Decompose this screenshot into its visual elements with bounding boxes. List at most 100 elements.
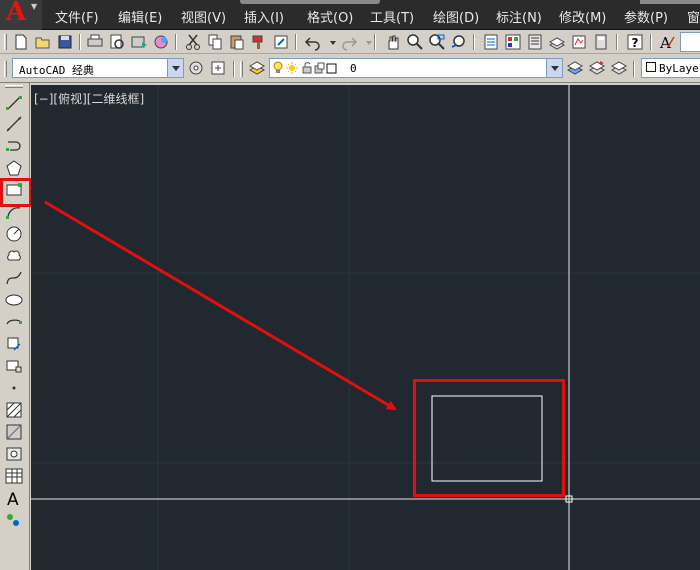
publish-dwf-button[interactable] (152, 33, 170, 51)
menu-item[interactable]: 窗 (687, 10, 700, 28)
markup-set-icon[interactable] (570, 33, 588, 51)
make-block-icon[interactable] (4, 356, 24, 376)
design-center-icon[interactable] (504, 33, 522, 51)
menu-bar: A ▼ 文件(F) 编辑(E) 视图(V) 插入(I) 格式(O) 工具(T) 绘图(D) 标… (0, 0, 700, 30)
drawing-canvas[interactable]: [−][俯视][二维线框] (31, 85, 700, 570)
layer-previous-icon[interactable] (588, 59, 606, 77)
redo-dropdown-icon[interactable] (360, 33, 372, 51)
toolbar-grip[interactable] (4, 61, 7, 77)
revision-cloud-icon[interactable] (4, 246, 24, 266)
undo-dropdown-icon[interactable] (324, 33, 336, 51)
open-button[interactable] (34, 33, 52, 51)
rectangle-tool-highlight (0, 178, 32, 207)
layer-state-icon[interactable] (610, 59, 628, 77)
undo-icon[interactable] (304, 33, 322, 51)
draw-toolbar: A (0, 83, 30, 570)
circle-icon[interactable] (4, 224, 24, 244)
workspace-settings-icon[interactable] (187, 59, 205, 77)
tool-palettes-icon[interactable] (526, 33, 544, 51)
sheet-set-icon[interactable] (548, 33, 566, 51)
spline-icon[interactable] (4, 268, 24, 288)
paste-icon[interactable] (228, 33, 246, 51)
linetype-value: ByLaye (659, 62, 699, 75)
publish-button[interactable] (130, 33, 148, 51)
canvas-graphics (31, 85, 700, 570)
block-editor-icon[interactable] (272, 33, 290, 51)
add-selected-icon[interactable] (4, 510, 24, 530)
quick-access-strip (240, 0, 380, 4)
color-swatch (646, 61, 656, 76)
grid-lines (31, 85, 700, 570)
svg-text:A: A (659, 34, 671, 51)
crosshair-cursor (31, 85, 700, 570)
chevron-down-icon[interactable] (167, 59, 183, 77)
match-properties-icon[interactable] (250, 33, 268, 51)
multiline-text-icon[interactable]: A (4, 488, 24, 510)
svg-text:?: ? (632, 36, 639, 50)
chevron-down-icon: ▼ (31, 2, 38, 11)
layers-toolbar: AutoCAD 经典 0 ByLaye (0, 55, 700, 83)
table-icon[interactable] (4, 466, 24, 486)
workspace-value: AutoCAD 经典 (19, 64, 94, 77)
title-strip (640, 0, 700, 4)
toolbar-grip[interactable] (4, 34, 7, 50)
polyline-icon[interactable] (4, 136, 24, 156)
quickcalc-icon[interactable] (592, 33, 610, 51)
customize-workspace-icon[interactable] (209, 59, 227, 77)
cut-icon[interactable] (184, 33, 202, 51)
plot-preview-button[interactable] (108, 33, 126, 51)
menu-item[interactable]: 文件(F) (55, 10, 118, 28)
menu-item[interactable]: 绘图(D) (433, 10, 496, 28)
ellipse-icon[interactable] (4, 290, 24, 310)
annotation-arrow (44, 200, 397, 411)
polygon-icon[interactable] (4, 158, 24, 178)
save-button[interactable] (56, 33, 74, 51)
zoom-window-icon[interactable] (428, 33, 446, 51)
layer-select[interactable]: 0 (269, 58, 563, 78)
standard-toolbar: ? A (0, 30, 700, 54)
menu-item[interactable]: 格式(O) (307, 10, 370, 28)
layer-name: 0 (350, 62, 357, 75)
plot-button[interactable] (86, 33, 104, 51)
application-menu-button[interactable]: A ▼ (0, 0, 42, 30)
linetype-select[interactable]: ByLaye (641, 58, 700, 78)
toolbar-grip[interactable] (240, 61, 243, 77)
pan-icon[interactable] (384, 33, 402, 51)
hatch-icon[interactable] (4, 400, 24, 420)
help-icon[interactable]: ? (626, 33, 644, 51)
drawn-rectangle (431, 395, 543, 482)
zoom-previous-icon[interactable] (450, 33, 468, 51)
region-icon[interactable] (4, 444, 24, 464)
layer-properties-icon[interactable] (248, 59, 266, 77)
toolbar-grip[interactable] (5, 85, 23, 88)
autocad-logo-icon: A (6, 0, 27, 27)
redo-icon[interactable] (340, 33, 358, 51)
make-current-layer-icon[interactable] (566, 59, 584, 77)
text-style-icon[interactable]: A (658, 33, 676, 52)
lightbulb-icon (273, 61, 337, 74)
ellipse-arc-icon[interactable] (4, 312, 24, 332)
menu-item[interactable]: 标注(N) (496, 10, 559, 28)
construction-line-icon[interactable] (4, 114, 24, 134)
menu-item[interactable]: 参数(P) (624, 10, 687, 28)
properties-icon[interactable] (482, 33, 500, 51)
layer-state-icons (272, 61, 340, 78)
menu-item[interactable]: 插入(I) (244, 10, 307, 28)
result-highlight (413, 379, 565, 497)
point-icon[interactable] (4, 378, 24, 398)
gradient-icon[interactable] (4, 422, 24, 442)
line-icon[interactable] (4, 93, 24, 113)
menu-item[interactable]: 编辑(E) (118, 10, 181, 28)
menu-item[interactable]: 修改(M) (559, 10, 624, 28)
menu-item[interactable]: 工具(T) (370, 10, 433, 28)
text-style-combo[interactable] (680, 32, 700, 52)
chevron-down-icon[interactable] (546, 59, 562, 77)
workspace-select[interactable]: AutoCAD 经典 (12, 58, 184, 78)
insert-block-icon[interactable] (4, 334, 24, 354)
copy-icon[interactable] (206, 33, 224, 51)
zoom-realtime-icon[interactable] (406, 33, 424, 51)
svg-text:A: A (7, 490, 19, 508)
qnew-button[interactable] (12, 33, 30, 51)
menu-item[interactable]: 视图(V) (181, 10, 244, 28)
main-menu: 文件(F) 编辑(E) 视图(V) 插入(I) 格式(O) 工具(T) 绘图(D) 标注(N)… (55, 10, 700, 28)
